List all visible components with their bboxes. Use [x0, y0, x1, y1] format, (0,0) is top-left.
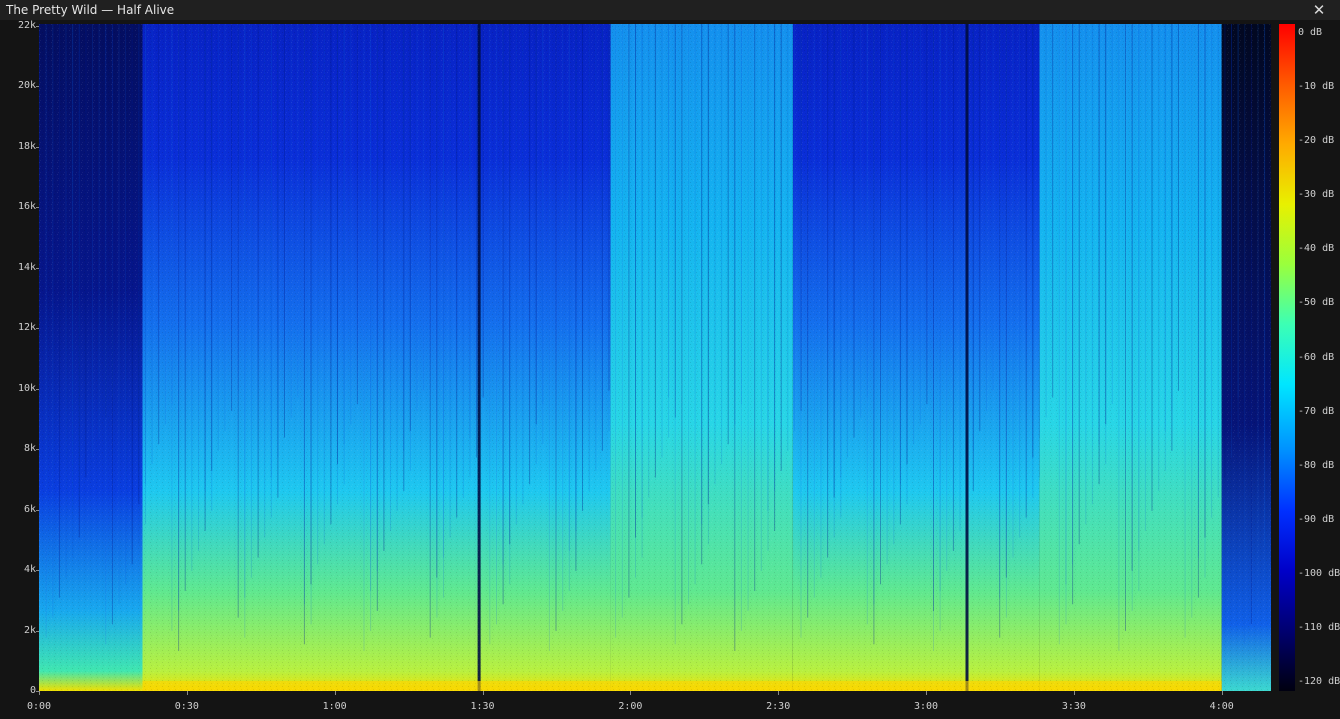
y-tick-label: 22k — [17, 19, 36, 31]
x-tick-mark — [778, 691, 780, 695]
db-tick-label: -40 dB — [1298, 243, 1335, 255]
close-icon[interactable]: ✕ — [1310, 1, 1328, 19]
window-title: The Pretty Wild — Half Alive — [6, 3, 175, 17]
x-tick-label: 0:30 — [174, 701, 199, 712]
y-tick-label: 10k — [17, 382, 36, 394]
y-tick-label: 6k — [23, 503, 36, 515]
db-tick-label: -90 dB — [1298, 513, 1335, 525]
y-tick-label: 18k — [17, 140, 36, 152]
y-tick-label: 0 — [29, 685, 36, 696]
db-tick-label: -50 dB — [1298, 297, 1335, 309]
y-tick-label: 14k — [17, 261, 36, 273]
x-tick-mark — [334, 691, 336, 695]
y-tick-label: 16k — [17, 201, 36, 212]
x-tick-label: 2:00 — [618, 701, 643, 712]
db-tick-label: -100 dB — [1298, 567, 1340, 579]
db-tick-label: -80 dB — [1298, 459, 1335, 471]
db-tick-label: -120 dB — [1298, 676, 1340, 687]
x-tick-mark — [482, 691, 484, 695]
db-tick-label: -20 dB — [1298, 135, 1335, 147]
y-tick-label: 4k — [23, 564, 36, 575]
x-tick-mark — [630, 691, 632, 695]
x-tick-mark — [1221, 691, 1223, 695]
x-tick-label: 2:30 — [766, 701, 791, 712]
db-tick-label: -110 dB — [1298, 621, 1340, 633]
title-bar: The Pretty Wild — Half Alive ✕ — [0, 0, 1340, 20]
spectrogram-svg — [39, 24, 1271, 691]
x-tick-label: 0:00 — [26, 701, 52, 712]
x-tick-label: 1:30 — [470, 701, 495, 712]
db-tick-label: -70 dB — [1298, 405, 1335, 417]
db-tick-label: -10 dB — [1298, 81, 1335, 93]
x-tick-label: 4:00 — [1209, 701, 1234, 712]
x-tick-mark — [186, 691, 188, 695]
y-tick-label: 20k — [17, 80, 36, 91]
x-tick-label: 1:00 — [322, 701, 347, 712]
x-tick-mark — [1073, 691, 1075, 695]
x-tick-label: 3:30 — [1061, 701, 1086, 712]
y-tick-label: 8k — [23, 443, 36, 454]
db-colorbar — [1279, 24, 1295, 691]
x-tick-mark — [926, 691, 928, 695]
x-tick-mark — [39, 691, 40, 695]
x-tick-label: 3:00 — [913, 701, 939, 712]
db-tick-label: -60 dB — [1298, 351, 1335, 363]
spectrogram-image — [39, 24, 1271, 691]
y-tick-label: 12k — [17, 322, 36, 333]
y-tick-label: 2k — [23, 624, 36, 636]
db-tick-label: -30 dB — [1298, 189, 1335, 201]
db-tick-label: 0 dB — [1298, 27, 1323, 38]
spectrogram-window: The Pretty Wild — Half Alive ✕ 0 2k 4k 6k 8k… — [0, 0, 1340, 719]
